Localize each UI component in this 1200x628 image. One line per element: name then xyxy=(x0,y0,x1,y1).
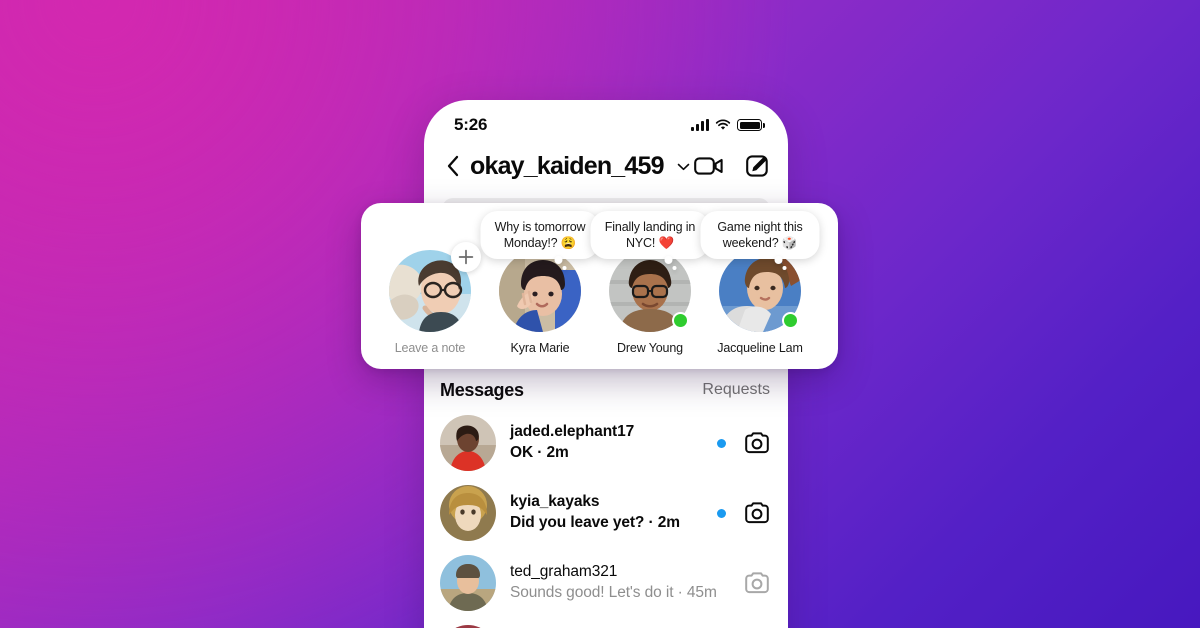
thread-actions xyxy=(717,431,770,455)
cellular-signal-icon xyxy=(691,119,709,131)
note-item[interactable]: Why is tomorrow Monday!? 😩 Kyra Marie xyxy=(480,194,600,355)
thread-text: kyia_kayaks Did you leave yet? · 2m xyxy=(510,492,717,534)
camera-icon[interactable] xyxy=(744,501,770,525)
header-username: okay_kaiden_459 xyxy=(470,151,665,180)
messages-section-header: Messages Requests xyxy=(424,372,788,408)
wifi-icon xyxy=(715,119,731,131)
note-bubble[interactable]: Why is tomorrow Monday!? 😩 xyxy=(480,211,600,270)
battery-full-icon xyxy=(737,119,765,131)
notes-row: Leave a note Why is tomorrow Monday!? 😩 xyxy=(361,203,838,369)
messages-heading: Messages xyxy=(440,379,524,400)
note-item[interactable]: Finally landing in NYC! ❤️ Drew Young xyxy=(590,194,710,355)
thread-preview: Sounds good! Let's do it · 45m xyxy=(510,584,717,601)
thread-text: jaded.elephant17 OK · 2m xyxy=(510,422,717,464)
status-bar: 5:26 xyxy=(424,100,788,142)
requests-link[interactable]: Requests xyxy=(702,381,770,399)
note-avatar-wrap xyxy=(719,250,801,332)
thread-text: ted_graham321 Sounds good! Let's do it ·… xyxy=(510,562,717,604)
note-label: Leave a note xyxy=(394,341,466,355)
online-status-dot xyxy=(782,312,799,329)
note-label: Jacqueline Lam xyxy=(717,341,803,355)
plus-icon[interactable] xyxy=(451,242,481,272)
status-time: 5:26 xyxy=(454,115,488,134)
page-title[interactable]: okay_kaiden_459 xyxy=(470,152,690,181)
avatar xyxy=(440,555,496,611)
thread-preview: OK · 2m xyxy=(510,444,569,461)
table-row[interactable]: jaded.elephant17 OK · 2m xyxy=(424,408,788,478)
avatar xyxy=(440,415,496,471)
camera-icon[interactable] xyxy=(744,431,770,455)
thread-username: ted_graham321 xyxy=(510,563,618,581)
thread-username: kyia_kayaks xyxy=(510,493,600,511)
unread-dot xyxy=(717,508,726,518)
avatar xyxy=(499,250,581,332)
thread-actions xyxy=(717,571,770,595)
thread-preview: Did you leave yet? · 2m xyxy=(510,514,680,531)
unread-dot xyxy=(717,438,726,448)
video-camera-icon[interactable] xyxy=(694,154,724,178)
back-chevron-icon[interactable] xyxy=(442,153,464,179)
status-icons xyxy=(691,119,765,131)
table-row[interactable]: ted_graham321 Sounds good! Let's do it ·… xyxy=(424,548,788,618)
thread-actions xyxy=(717,501,770,525)
camera-icon[interactable] xyxy=(744,571,770,595)
note-label: Drew Young xyxy=(617,341,683,355)
note-label: Kyra Marie xyxy=(510,341,570,355)
header-actions xyxy=(694,153,770,179)
note-avatar-wrap xyxy=(389,242,481,332)
notes-tray-card: Leave a note Why is tomorrow Monday!? 😩 xyxy=(361,203,838,369)
note-avatar-wrap xyxy=(609,250,691,332)
app-header: okay_kaiden_459 xyxy=(424,142,788,190)
note-item[interactable]: Game night this weekend? 🎲 Jacqueline La… xyxy=(700,194,820,355)
note-item-self[interactable]: Leave a note xyxy=(375,194,485,355)
note-bubble[interactable]: Game night this weekend? 🎲 xyxy=(700,211,820,270)
chevron-down-icon[interactable] xyxy=(677,163,690,171)
compose-pencil-icon[interactable] xyxy=(744,153,770,179)
note-avatar-wrap xyxy=(499,250,581,332)
note-bubble[interactable]: Finally landing in NYC! ❤️ xyxy=(590,211,710,270)
avatar xyxy=(440,485,496,541)
table-row[interactable]: kyia_kayaks Did you leave yet? · 2m xyxy=(424,478,788,548)
online-status-dot xyxy=(672,312,689,329)
thread-list[interactable]: jaded.elephant17 OK · 2m kyia_kayaks Did… xyxy=(424,408,788,628)
table-row[interactable] xyxy=(424,618,788,628)
thread-username: jaded.elephant17 xyxy=(510,423,635,441)
